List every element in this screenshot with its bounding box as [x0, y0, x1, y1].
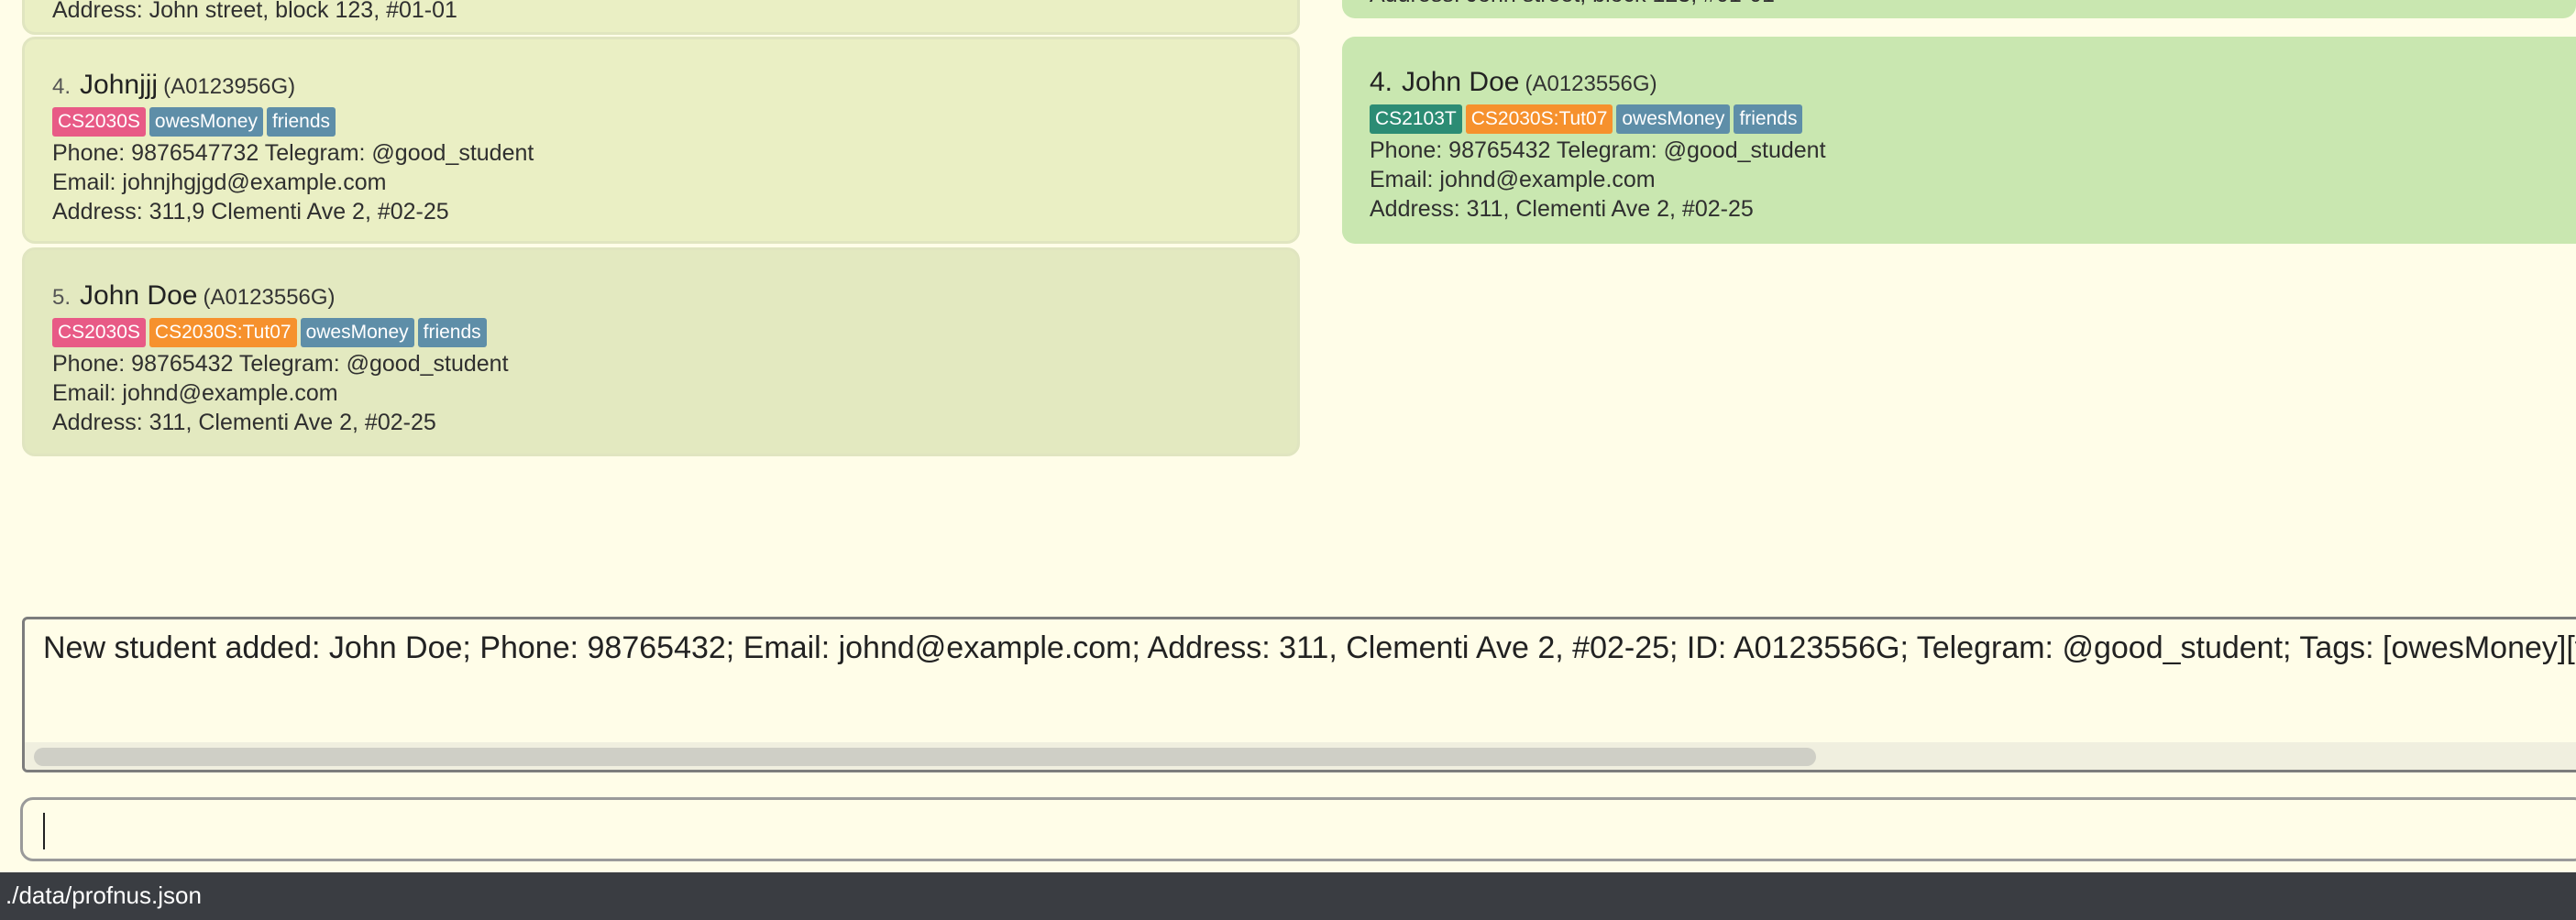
tag-list: CS2030S CS2030S:Tut07 owesMoney friends	[52, 316, 1297, 349]
phone-telegram-line: Phone: 98765432 Telegram: @good_student	[52, 351, 509, 377]
tag-list: CS2103T CS2030S:Tut07 owesMoney friends	[1370, 103, 2576, 136]
status-bar: ./data/profnus.json	[0, 872, 2576, 920]
student-index: 4.	[52, 74, 72, 99]
student-name: John Doe	[80, 280, 198, 311]
address-line: Address: 311,9 Clementi Ave 2, #02-25	[52, 199, 449, 225]
partial-address-line: Address: John street, block 123, #01-01	[52, 0, 457, 23]
text-caret	[43, 813, 45, 849]
student-card[interactable]: 4. Johnjjj (A0123956G) CS2030S owesMoney f…	[22, 37, 1300, 244]
student-name: Johnjjj	[80, 70, 159, 100]
partial-student-card-left[interactable]: Address: John street, block 123, #01-01	[22, 0, 1300, 35]
student-name-line: 4. Johnjjj (A0123956G)	[52, 65, 1297, 105]
tag-list: CS2030S owesMoney friends	[52, 105, 1297, 138]
tag-owes-money: owesMoney	[149, 107, 263, 137]
command-input[interactable]	[20, 797, 2576, 861]
email-line: Email: johnd@example.com	[1370, 167, 1656, 192]
tag-tutorial: CS2030S:Tut07	[1465, 104, 1613, 134]
student-id: (A0123556G)	[203, 285, 336, 310]
tag-owes-money: owesMoney	[300, 318, 414, 347]
partial-student-card-right[interactable]: Address: John street, block 123, #01-01	[1342, 0, 2576, 18]
save-file-path: ./data/profnus.json	[6, 882, 202, 909]
tag-module: CS2103T	[1370, 104, 1462, 134]
email-line: Email: johnjhgjgd@example.com	[52, 170, 387, 195]
email-line: Email: johnd@example.com	[52, 380, 338, 406]
student-name: John Doe	[1402, 67, 1520, 97]
tag-friends: friends	[1734, 104, 1803, 134]
student-name-line: 4. John Doe (A0123556G)	[1370, 62, 2576, 103]
tag-friends: friends	[417, 318, 487, 347]
scrollbar-thumb[interactable]	[34, 748, 1816, 766]
tag-module: CS2030S	[52, 318, 146, 347]
tag-friends: friends	[266, 107, 336, 137]
address-line: Address: 311, Clementi Ave 2, #02-25	[52, 410, 436, 435]
student-index: 5.	[52, 285, 72, 310]
student-card[interactable]: 5. John Doe (A0123556G) CS2030S CS2030S:Tu…	[22, 247, 1300, 456]
student-name-line: 5. John Doe (A0123556G)	[52, 276, 1297, 316]
tag-module: CS2030S	[52, 107, 146, 137]
student-index: 4.	[1370, 67, 1393, 97]
address-line: Address: 311, Clementi Ave 2, #02-25	[1370, 196, 1754, 222]
tag-owes-money: owesMoney	[1616, 104, 1731, 134]
result-display[interactable]: New student added: John Doe; Phone: 9876…	[22, 617, 2576, 772]
tag-tutorial: CS2030S:Tut07	[149, 318, 297, 347]
student-card[interactable]: 4. John Doe (A0123556G) CS2103T CS2030S:Tu…	[1342, 37, 2576, 244]
student-id: (A0123956G)	[163, 74, 296, 99]
phone-telegram-line: Phone: 98765432 Telegram: @good_student	[1370, 137, 1826, 163]
partial-address-line: Address: John street, block 123, #01-01	[1370, 0, 1775, 9]
horizontal-scrollbar[interactable]	[25, 742, 2576, 770]
student-id: (A0123556G)	[1525, 71, 1657, 96]
phone-telegram-line: Phone: 9876547732 Telegram: @good_studen…	[52, 140, 534, 166]
result-message: New student added: John Doe; Phone: 9876…	[43, 630, 2576, 665]
